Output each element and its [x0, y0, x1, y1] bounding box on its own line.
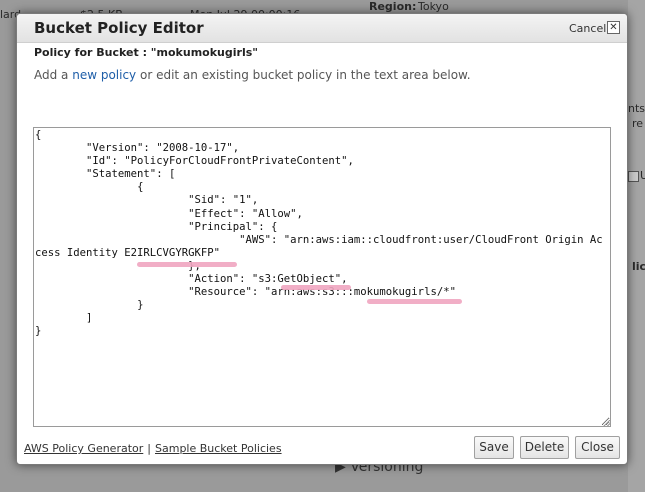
- bg-fragment: nts: [628, 102, 645, 115]
- bg-checkbox: [628, 171, 639, 182]
- description-suffix: or edit an existing bucket policy in the…: [136, 68, 471, 82]
- policy-textarea[interactable]: { "Version": "2008-10-17", "Id": "Policy…: [33, 127, 611, 427]
- dialog-title: Bucket Policy Editor: [34, 19, 204, 37]
- footer-links: AWS Policy Generator | Sample Bucket Polic…: [24, 442, 282, 455]
- highlight-mark: [281, 285, 351, 290]
- cancel-link[interactable]: Cancel: [569, 22, 606, 35]
- close-button[interactable]: Close: [575, 436, 620, 459]
- editor-description: Add a new policy or edit an existing buc…: [34, 68, 471, 82]
- sample-policies-link[interactable]: Sample Bucket Policies: [155, 442, 282, 455]
- save-button[interactable]: Save: [474, 436, 514, 459]
- highlight-mark: [367, 299, 462, 304]
- policy-bucket-heading: Policy for Bucket : "mokumokugirls": [34, 46, 258, 59]
- delete-button[interactable]: Delete: [520, 436, 569, 459]
- policy-generator-link[interactable]: AWS Policy Generator: [24, 442, 143, 455]
- highlight-mark: [137, 262, 237, 267]
- bg-fragment: lic: [632, 260, 645, 273]
- bg-region-value: Tokyo: [418, 0, 449, 13]
- bg-fragment: re: [632, 117, 644, 130]
- link-separator: |: [147, 442, 151, 455]
- bg-region-label: Region:: [369, 0, 417, 13]
- bg-right-panel: [628, 0, 645, 492]
- close-icon[interactable]: ✕: [607, 21, 620, 34]
- bucket-policy-dialog: Bucket Policy Editor Cancel ✕ Policy for…: [16, 13, 628, 465]
- description-prefix: Add a: [34, 68, 73, 82]
- dialog-header: Bucket Policy Editor Cancel ✕: [17, 14, 627, 43]
- resize-handle[interactable]: [603, 420, 610, 427]
- new-policy-link[interactable]: new policy: [72, 68, 136, 82]
- bg-fragment: U: [640, 169, 645, 182]
